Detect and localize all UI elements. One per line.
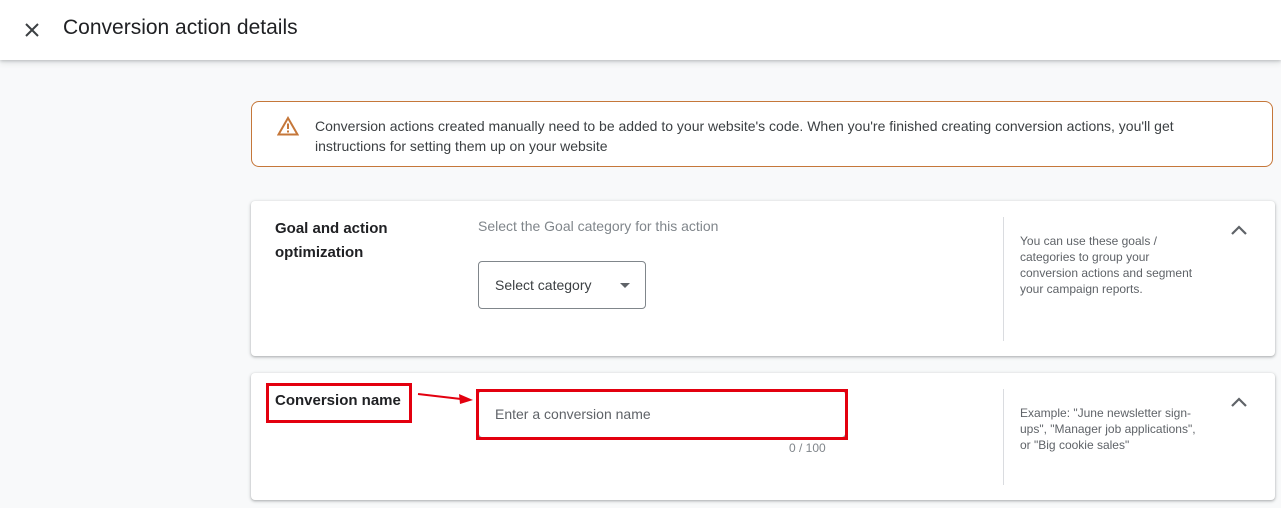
conversion-name-input[interactable]	[478, 390, 846, 438]
character-counter: 0 / 100	[789, 441, 826, 455]
category-select-value: Select category	[495, 277, 592, 293]
page-title: Conversion action details	[63, 16, 298, 39]
collapse-name-section-button[interactable]	[1227, 391, 1251, 415]
warning-text: Conversion actions created manually need…	[315, 118, 1174, 154]
chevron-up-icon	[1231, 225, 1247, 235]
top-app-bar: Conversion action details	[0, 0, 1281, 60]
dropdown-arrow-icon	[620, 283, 630, 288]
goal-help-text: You can use these goals / categories to …	[1020, 234, 1193, 296]
category-select[interactable]: Select category	[478, 261, 646, 309]
conversion-name-label: Conversion name	[275, 392, 401, 409]
chevron-up-icon	[1231, 397, 1247, 407]
warning-icon	[277, 116, 299, 136]
close-button[interactable]	[16, 14, 48, 46]
collapse-goal-section-button[interactable]	[1227, 219, 1251, 243]
close-icon	[25, 23, 39, 37]
goal-optimization-card: Goal and action optimization Select the …	[251, 201, 1275, 356]
section-divider	[1003, 217, 1004, 341]
section-divider	[1003, 389, 1004, 485]
warning-notice: Conversion actions created manually need…	[251, 101, 1273, 167]
goal-category-hint: Select the Goal category for this action	[478, 218, 719, 234]
conversion-name-card: Conversion name 0 / 100 Example: "June n…	[251, 373, 1275, 500]
goal-section-label: Goal and action optimization	[275, 220, 388, 261]
name-help-text: Example: "June newsletter sign-ups", "Ma…	[1020, 406, 1196, 452]
